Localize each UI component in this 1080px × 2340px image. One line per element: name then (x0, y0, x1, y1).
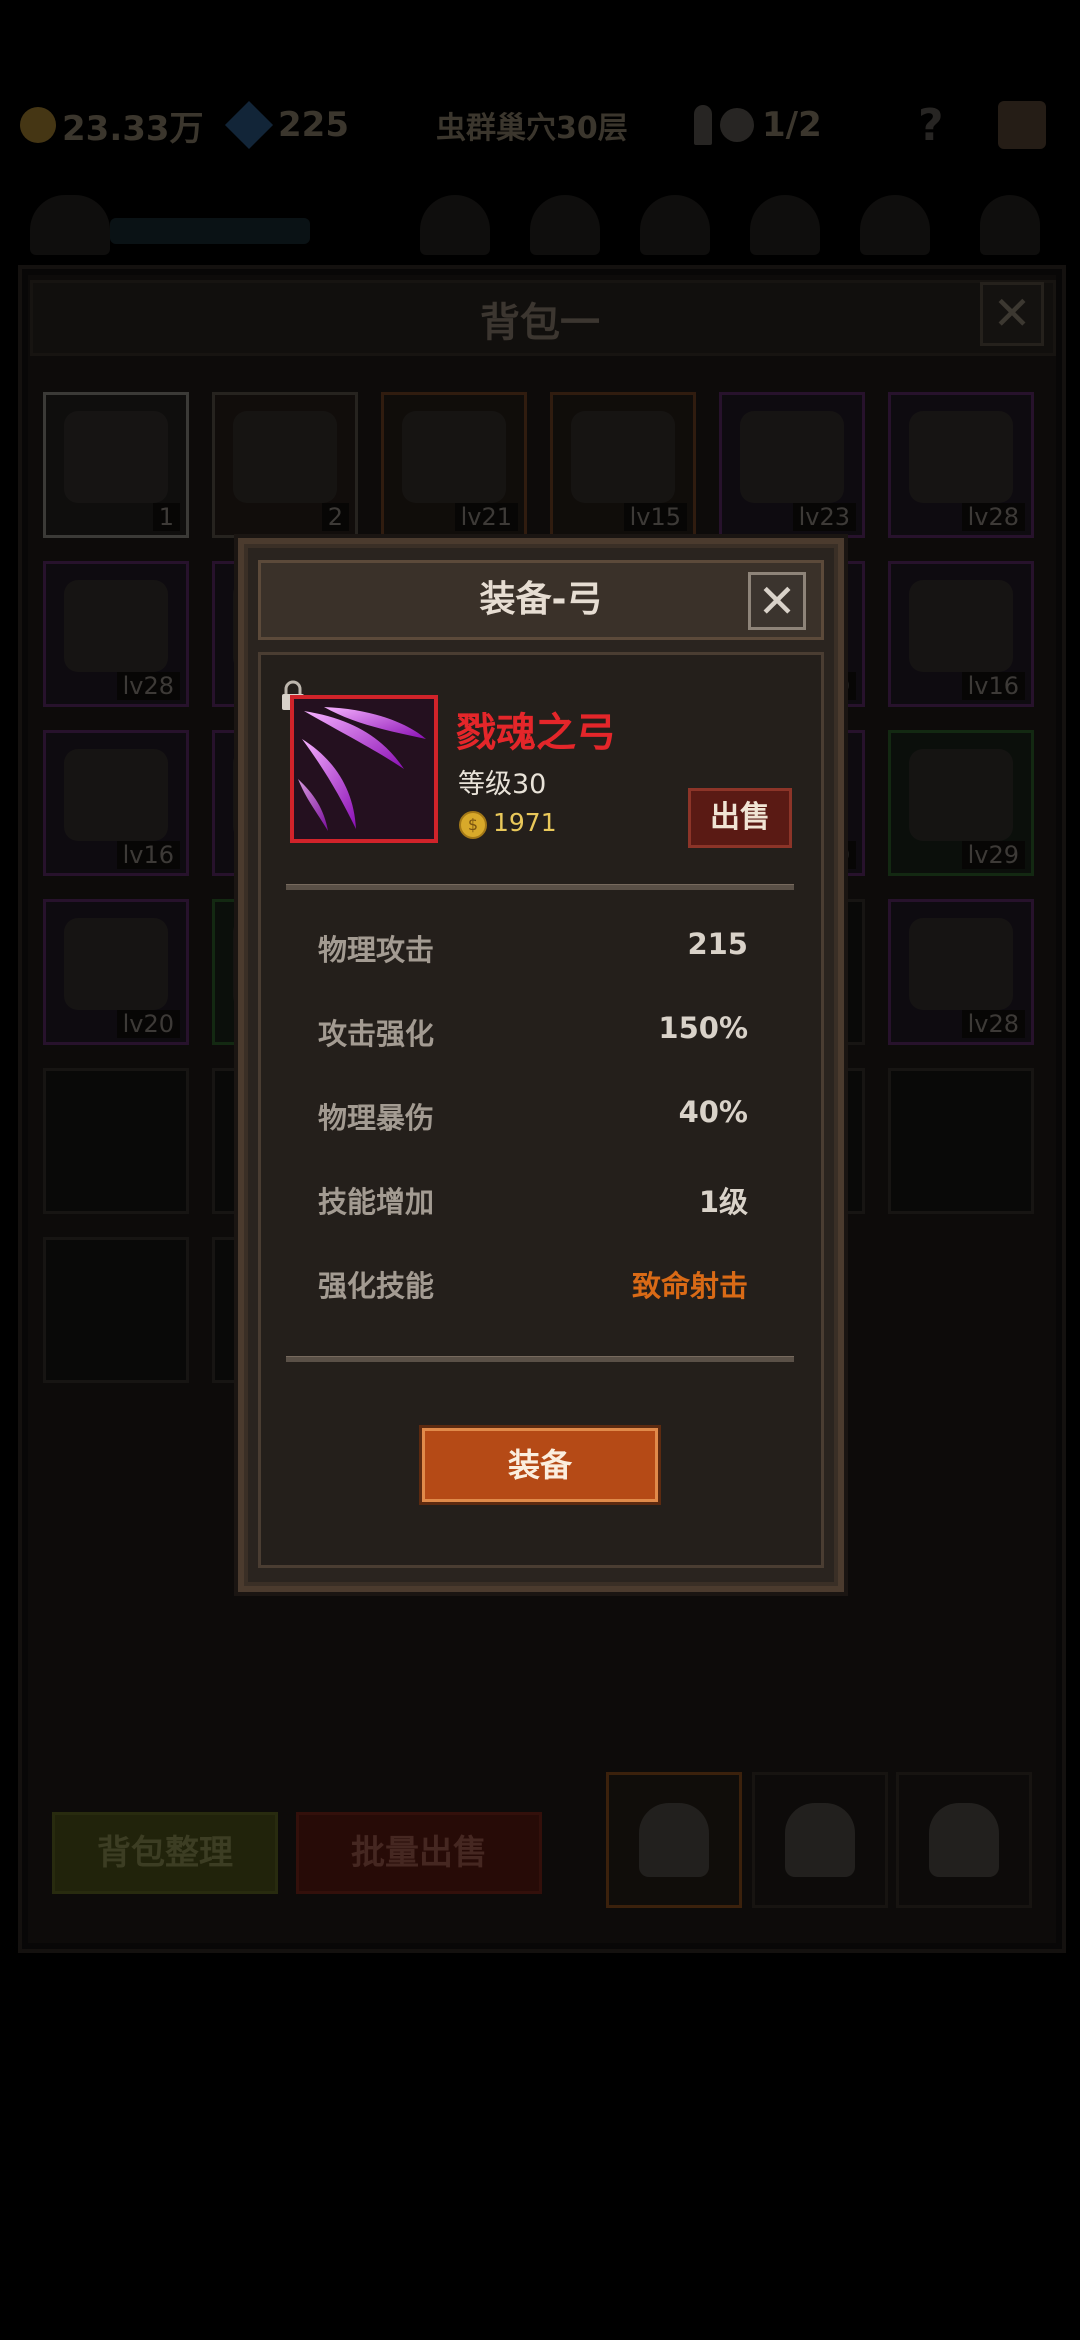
stat-row-attack-boost: 攻击强化 150% (318, 1011, 748, 1061)
stat-value: 1级 (698, 1185, 748, 1219)
stat-name: 物理暴伤 (318, 1101, 435, 1135)
divider (286, 1356, 794, 1362)
item-level: 等级30 (458, 769, 547, 800)
stat-name: 物理攻击 (318, 933, 435, 967)
item-name: 戮魂之弓 (456, 710, 616, 756)
stat-row-crit-damage: 物理暴伤 40% (318, 1095, 748, 1145)
item-price: 1971 (493, 808, 557, 837)
dialog-title: 装备-弓 (479, 579, 603, 620)
stat-row-skill-bonus: 技能增加 1级 (318, 1179, 748, 1229)
stat-value: 215 (687, 927, 748, 961)
stat-row-physical-attack: 物理攻击 215 (318, 927, 748, 977)
divider (286, 884, 794, 890)
purple-claw-bow-icon (298, 707, 426, 831)
stat-name: 强化技能 (318, 1269, 435, 1303)
gold-coin-icon: $ (459, 811, 487, 839)
stat-row-enhanced-skill: 强化技能 致命射击 (318, 1263, 748, 1313)
dialog-close-button[interactable]: ✕ (748, 572, 806, 630)
stat-name: 攻击强化 (318, 1017, 435, 1051)
item-icon-frame (290, 695, 438, 843)
equip-button[interactable]: 装备 (422, 1428, 658, 1502)
stat-name: 技能增加 (318, 1185, 435, 1219)
stat-value: 致命射击 (631, 1269, 748, 1303)
stat-value: 150% (658, 1011, 748, 1045)
stat-value: 40% (678, 1095, 748, 1129)
sell-button[interactable]: 出售 (688, 788, 792, 848)
